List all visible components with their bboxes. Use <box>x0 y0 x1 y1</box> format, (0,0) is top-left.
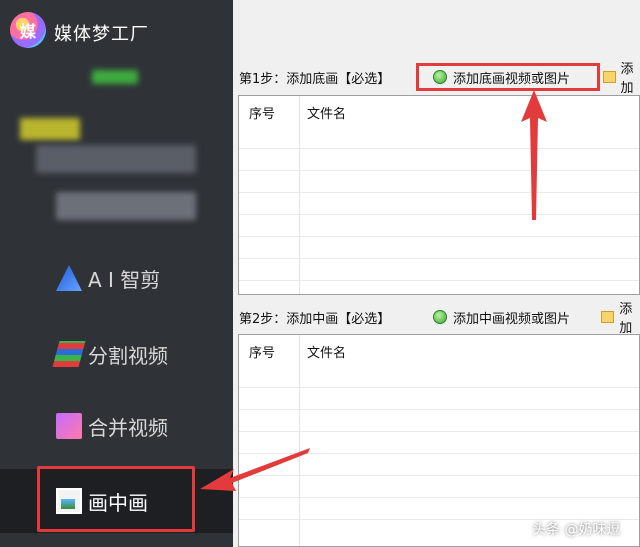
highlight-box <box>37 466 195 532</box>
table-header: 序号 文件名 <box>239 96 639 128</box>
add-circle-icon <box>433 310 447 324</box>
table-row <box>239 387 639 388</box>
table-header: 序号 文件名 <box>239 335 639 367</box>
blurred-user-info <box>20 118 80 140</box>
arrow-up-annotation <box>521 90 547 220</box>
middle-media-table[interactable]: 序号 文件名 <box>238 334 640 547</box>
app-logo: 媒 <box>10 12 46 48</box>
split-video-icon <box>52 341 86 367</box>
step1-label: 第1步：添加底画【必选】 <box>239 71 391 87</box>
highlight-box <box>416 63 600 91</box>
button-label: 添加 <box>620 62 634 96</box>
blurred-user-info <box>56 192 196 220</box>
table-row <box>239 148 639 149</box>
sidebar-item-label: A I 智剪 <box>88 267 161 292</box>
base-media-table[interactable]: 序号 文件名 <box>238 95 640 295</box>
table-row <box>239 409 639 410</box>
arrow-left-annotation <box>200 448 310 491</box>
button-label: 添加 <box>619 302 633 336</box>
step2-label: 第2步：添加中画【必选】 <box>239 311 391 327</box>
merge-video-icon <box>56 413 82 439</box>
table-row <box>239 170 639 171</box>
sidebar-item-ai-cut[interactable]: A I 智剪 <box>0 246 233 310</box>
button-label: 添加中画视频或图片 <box>453 311 571 327</box>
add-folder-button[interactable]: 添加 <box>601 298 640 336</box>
blurred-user-info <box>36 145 196 173</box>
table-row <box>239 497 639 498</box>
sidebar-item-label: 分割视频 <box>88 343 168 368</box>
column-filename-header: 文件名 <box>307 106 347 122</box>
sidebar-item-merge-video[interactable]: 合并视频 <box>0 394 233 458</box>
add-folder-button[interactable]: 添加 <box>603 58 640 96</box>
watermark: 头条 @奶味逗 <box>532 522 621 538</box>
table-row <box>239 214 639 215</box>
ai-cut-icon <box>56 265 82 291</box>
sidebar-item-label: 合并视频 <box>88 415 168 440</box>
blurred-user-info <box>92 70 138 84</box>
sidebar-item-split-video[interactable]: 分割视频 <box>0 322 233 386</box>
step2-toolbar: 第2步：添加中画【必选】 添加中画视频或图片 添加 <box>233 302 640 336</box>
add-middle-media-button[interactable]: 添加中画视频或图片 <box>433 308 570 327</box>
column-filename-header: 文件名 <box>307 345 347 361</box>
folder-icon <box>603 71 616 83</box>
table-row <box>239 258 639 259</box>
app-title: 媒体梦工厂 <box>54 24 149 45</box>
table-row <box>239 236 639 237</box>
sidebar: 媒 媒体梦工厂 A I 智剪 分割视频 合并视频 画中画 <box>0 0 233 547</box>
folder-icon <box>601 311 615 323</box>
column-index-header: 序号 <box>249 345 276 361</box>
table-row <box>239 192 639 193</box>
column-index-header: 序号 <box>249 106 276 122</box>
table-row <box>239 280 639 281</box>
table-row <box>239 431 639 432</box>
